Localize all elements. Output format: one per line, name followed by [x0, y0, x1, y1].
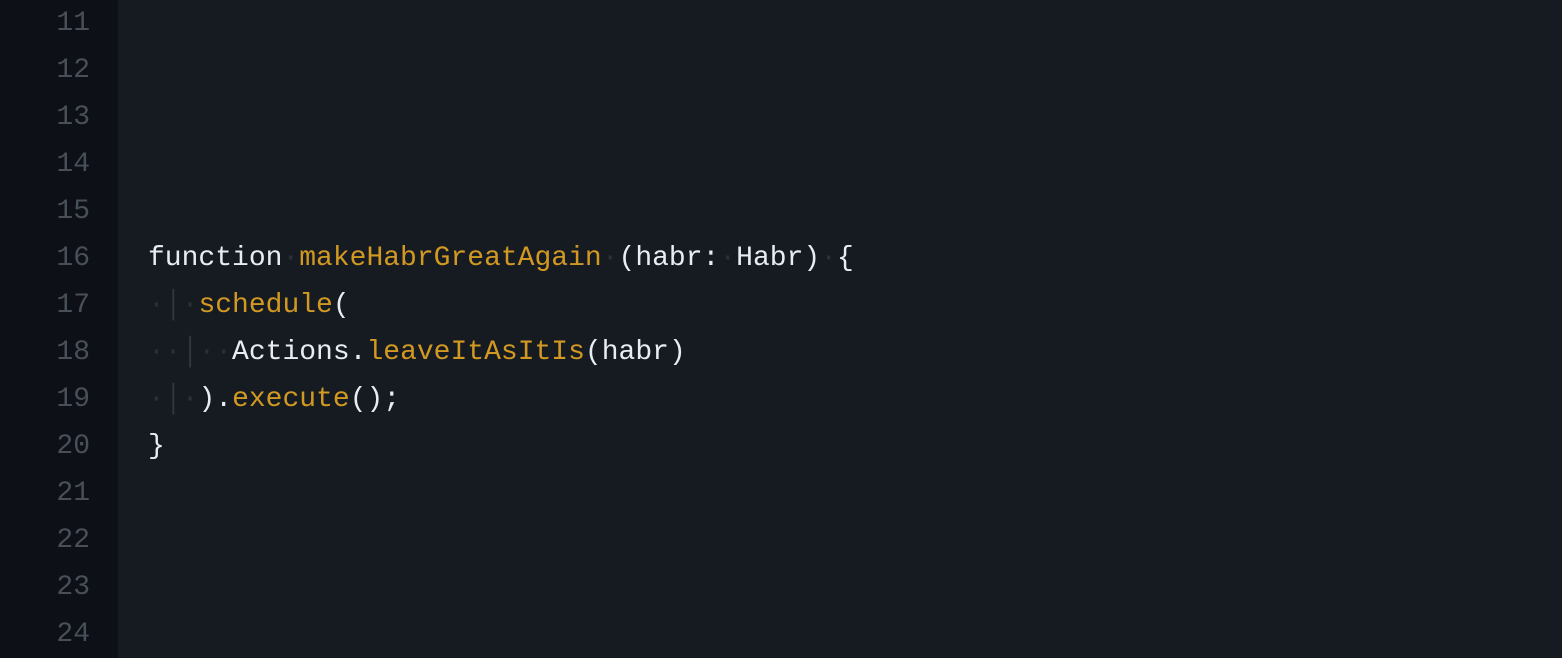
code-line[interactable]: [148, 47, 1532, 94]
token-fn-call: schedule: [198, 290, 332, 321]
token-ws-dot: ·: [182, 384, 199, 415]
token-ws-dot: ·: [820, 243, 837, 274]
token-punc: ;: [383, 384, 400, 415]
token-ws-dot: ·: [719, 243, 736, 274]
line-number: 22: [14, 517, 90, 564]
code-line[interactable]: [148, 0, 1532, 47]
token-punc: ): [198, 384, 215, 415]
line-number: 17: [14, 282, 90, 329]
code-line[interactable]: ·│·).execute();: [148, 376, 1532, 423]
token-ws-dot: ·: [602, 243, 619, 274]
token-default: habr: [635, 243, 702, 274]
token-punc: .: [350, 337, 367, 368]
token-ws-dot: ·: [282, 243, 299, 274]
code-line[interactable]: [148, 470, 1532, 517]
code-line[interactable]: [148, 611, 1532, 658]
token-punc: (: [350, 384, 367, 415]
code-content-area[interactable]: function·makeHabrGreatAgain·(habr:·Habr)…: [118, 0, 1562, 658]
code-line[interactable]: [148, 517, 1532, 564]
line-number: 20: [14, 423, 90, 470]
code-line[interactable]: [148, 564, 1532, 611]
token-ws-dot: ··: [198, 337, 232, 368]
line-number: 24: [14, 611, 90, 658]
line-number: 13: [14, 94, 90, 141]
token-indent-guide: │: [182, 337, 199, 368]
code-line[interactable]: [148, 141, 1532, 188]
line-number: 23: [14, 564, 90, 611]
code-editor[interactable]: 1112131415161718192021222324 function·ma…: [0, 0, 1562, 658]
token-default: habr: [602, 337, 669, 368]
token-punc: (: [333, 290, 350, 321]
token-punc: (: [619, 243, 636, 274]
code-line[interactable]: }: [148, 423, 1532, 470]
token-indent-guide: │: [165, 384, 182, 415]
token-ws-dot: ··: [148, 337, 182, 368]
token-kw: function: [148, 243, 282, 274]
token-punc: ): [803, 243, 820, 274]
token-punc: :: [703, 243, 720, 274]
token-punc: {: [837, 243, 854, 274]
code-line[interactable]: ·│·schedule(: [148, 282, 1532, 329]
code-line[interactable]: ··│··Actions.leaveItAsItIs(habr): [148, 329, 1532, 376]
line-number: 12: [14, 47, 90, 94]
token-ws-dot: ·: [148, 290, 165, 321]
token-fn-call: leaveItAsItIs: [366, 337, 584, 368]
code-line[interactable]: function·makeHabrGreatAgain·(habr:·Habr)…: [148, 235, 1532, 282]
token-punc: .: [215, 384, 232, 415]
token-indent-guide: │: [165, 290, 182, 321]
token-punc: (: [585, 337, 602, 368]
token-ws-dot: ·: [182, 290, 199, 321]
line-number: 15: [14, 188, 90, 235]
line-number: 11: [14, 0, 90, 47]
line-number: 21: [14, 470, 90, 517]
code-line[interactable]: [148, 94, 1532, 141]
line-number: 18: [14, 329, 90, 376]
line-number-gutter: 1112131415161718192021222324: [0, 0, 118, 658]
token-punc: ): [367, 384, 384, 415]
token-ws-dot: ·: [148, 384, 165, 415]
token-fn-name: makeHabrGreatAgain: [299, 243, 601, 274]
token-punc: }: [148, 431, 165, 462]
token-prop: Actions: [232, 337, 350, 368]
line-number: 14: [14, 141, 90, 188]
line-number: 19: [14, 376, 90, 423]
line-number: 16: [14, 235, 90, 282]
token-type: Habr: [736, 243, 803, 274]
token-punc: ): [669, 337, 686, 368]
token-fn-call: execute: [232, 384, 350, 415]
code-line[interactable]: [148, 188, 1532, 235]
